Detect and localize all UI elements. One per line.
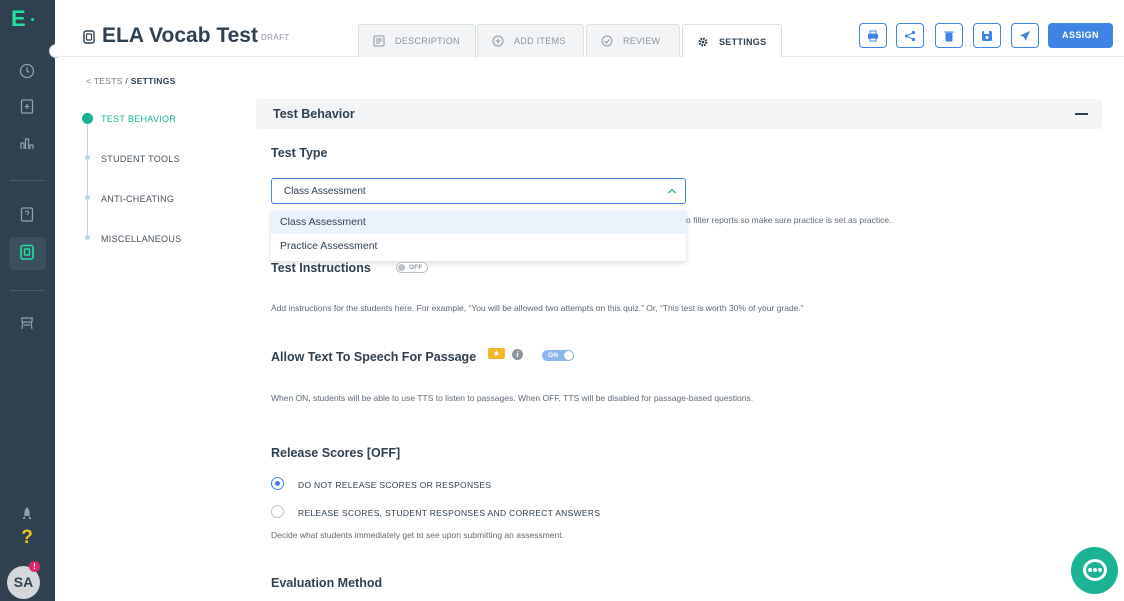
tab-add-items[interactable]: ADD ITEMS xyxy=(477,24,584,57)
save-button[interactable] xyxy=(973,23,1001,48)
tab-label: SETTINGS xyxy=(719,36,767,47)
collapse-icon[interactable] xyxy=(1075,113,1088,115)
test-type-select[interactable]: Class Assessment xyxy=(271,178,686,204)
gear-icon xyxy=(698,37,708,46)
document-icon xyxy=(373,35,385,47)
release-scores-description: Decide what students immediately get to … xyxy=(271,530,564,540)
tab-label: REVIEW xyxy=(623,36,661,46)
delete-icon xyxy=(944,31,954,41)
chevron-up-icon xyxy=(668,188,676,194)
rail-divider xyxy=(10,180,45,181)
plus-circle-icon xyxy=(492,35,504,47)
help-icon[interactable]: ? xyxy=(17,528,37,548)
rocket-icon[interactable] xyxy=(17,505,37,525)
clock-icon[interactable] xyxy=(17,62,37,82)
delete-button[interactable] xyxy=(935,23,963,48)
check-circle-icon xyxy=(601,35,613,47)
chat-dot xyxy=(1093,568,1097,572)
radio-label[interactable]: RELEASE SCORES, STUDENT RESPONSES AND CO… xyxy=(298,508,600,518)
test-instructions-toggle[interactable]: OFF xyxy=(396,262,428,273)
tests-icon[interactable] xyxy=(17,243,37,263)
bar-chart-icon[interactable] xyxy=(17,134,37,154)
notification-badge: ! xyxy=(29,561,40,572)
test-type-dropdown: Class Assessment Practice Assessment xyxy=(271,209,686,261)
publish-icon xyxy=(1020,30,1030,41)
breadcrumb: < TESTS / SETTINGS xyxy=(86,76,176,86)
radio-label[interactable]: DO NOT RELEASE SCORES OR RESPONSES xyxy=(298,480,491,490)
tab-label: ADD ITEMS xyxy=(514,36,566,46)
print-icon xyxy=(868,30,878,41)
steps-timeline xyxy=(87,118,88,239)
step-dot xyxy=(85,155,90,160)
test-instructions-heading: Test Instructions xyxy=(271,261,371,275)
premium-star-icon: ★ xyxy=(488,348,505,359)
step-dot-active xyxy=(82,113,93,124)
header: ELA Vocab Test DRAFT DESCRIPTION ADD ITE… xyxy=(55,0,1124,58)
app-logo[interactable]: E xyxy=(11,6,26,32)
tts-heading: Allow Text To Speech For Passage xyxy=(271,350,477,364)
tab-label: DESCRIPTION xyxy=(395,36,460,46)
step-anti-cheating[interactable]: ANTI-CHEATING xyxy=(101,194,174,204)
step-test-behavior[interactable]: TEST BEHAVIOR xyxy=(101,114,176,124)
radio-release-all[interactable] xyxy=(271,505,284,518)
toggle-state: OFF xyxy=(409,264,423,271)
tab-review[interactable]: REVIEW xyxy=(586,24,680,57)
test-instructions-description: Add instructions for the students here. … xyxy=(271,303,804,313)
step-dot xyxy=(85,235,90,240)
section-header: Test Behavior xyxy=(256,99,1102,129)
question-bank-icon[interactable] xyxy=(17,205,37,225)
dropdown-option-class-assessment[interactable]: Class Assessment xyxy=(271,210,686,234)
info-icon[interactable]: i xyxy=(512,349,523,360)
playlist-icon[interactable] xyxy=(17,314,37,334)
tab-description[interactable]: DESCRIPTION xyxy=(358,24,476,57)
page-title: ELA Vocab Test xyxy=(102,24,258,47)
breadcrumb-separator: / xyxy=(125,76,129,86)
test-type-hint: o filter reports so make sure practice i… xyxy=(686,215,892,225)
tts-toggle[interactable]: ON xyxy=(542,350,574,361)
chat-dot xyxy=(1098,568,1102,572)
rail-divider xyxy=(10,290,45,291)
release-scores-heading: Release Scores [OFF] xyxy=(271,446,401,460)
radio-do-not-release[interactable] xyxy=(271,477,284,490)
logo-dot xyxy=(31,18,34,21)
tab-settings[interactable]: SETTINGS xyxy=(682,24,782,58)
left-nav-rail: E ? SA ! xyxy=(0,0,55,601)
test-type-heading: Test Type xyxy=(271,146,328,160)
assign-button[interactable]: ASSIGN xyxy=(1048,23,1113,48)
step-miscellaneous[interactable]: MISCELLANEOUS xyxy=(101,234,181,244)
section-title: Test Behavior xyxy=(273,107,355,121)
share-icon xyxy=(904,30,916,41)
tts-description: When ON, students will be able to use TT… xyxy=(271,393,754,403)
toggle-state: ON xyxy=(548,351,559,359)
status-badge: DRAFT xyxy=(261,33,290,42)
chat-support-button[interactable] xyxy=(1071,547,1118,594)
clipboard-add-icon[interactable] xyxy=(17,97,37,117)
breadcrumb-current: SETTINGS xyxy=(130,76,176,86)
dropdown-option-practice-assessment[interactable]: Practice Assessment xyxy=(271,234,686,258)
test-doc-icon xyxy=(83,30,95,44)
toggle-knob xyxy=(398,264,405,271)
step-student-tools[interactable]: STUDENT TOOLS xyxy=(101,154,180,164)
toggle-knob xyxy=(564,351,573,360)
print-button[interactable] xyxy=(859,23,887,48)
publish-button[interactable] xyxy=(1011,23,1039,48)
breadcrumb-tests-link[interactable]: < TESTS xyxy=(86,76,123,86)
test-type-selected-value: Class Assessment xyxy=(284,186,366,197)
step-dot xyxy=(85,195,90,200)
evaluation-method-heading: Evaluation Method xyxy=(271,576,383,590)
save-icon xyxy=(982,30,992,41)
share-button[interactable] xyxy=(896,23,924,48)
chat-dot xyxy=(1088,568,1092,572)
